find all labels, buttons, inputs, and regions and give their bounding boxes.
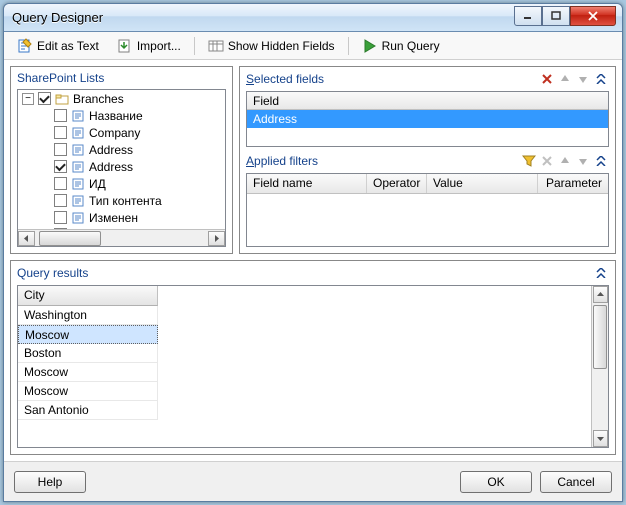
tree-item[interactable]: Изменен <box>18 209 225 226</box>
filter-col-parameter: Parameter <box>538 174 608 193</box>
results-cell[interactable]: Moscow <box>18 325 158 344</box>
checkbox[interactable] <box>54 126 67 139</box>
tree-root-label: Branches <box>73 92 124 106</box>
maximize-button[interactable] <box>542 6 570 26</box>
ok-button[interactable]: OK <box>460 471 532 493</box>
dialog-footer: Help OK Cancel <box>4 461 622 501</box>
close-button[interactable] <box>570 6 616 26</box>
results-column-header[interactable]: City <box>18 286 158 306</box>
results-cell[interactable]: San Antonio <box>18 401 158 420</box>
tree-item[interactable]: Company <box>18 124 225 141</box>
checkbox[interactable] <box>54 143 67 156</box>
delete-field-button[interactable] <box>539 71 555 87</box>
tree-item-label: Название <box>89 109 143 123</box>
results-cell[interactable]: Moscow <box>18 363 158 382</box>
run-query-button[interactable]: Run Query <box>355 35 447 57</box>
collapse-results-button[interactable] <box>593 265 609 281</box>
query-designer-window: Query Designer Edit as Text Import... Sh… <box>3 3 623 502</box>
help-button[interactable]: Help <box>14 471 86 493</box>
checkbox[interactable] <box>54 177 67 190</box>
show-hidden-fields-button[interactable]: Show Hidden Fields <box>201 35 342 57</box>
selected-fields-header: Field <box>253 94 279 108</box>
edit-as-text-button[interactable]: Edit as Text <box>10 35 106 57</box>
scroll-down-button[interactable] <box>593 430 608 447</box>
query-results-panel: Query results CityWashingtonMoscowBoston… <box>10 260 616 455</box>
import-icon <box>117 38 133 54</box>
vertical-scrollbar[interactable] <box>591 286 608 447</box>
results-title: Query results <box>17 266 593 280</box>
scroll-up-button[interactable] <box>593 286 608 303</box>
expander-icon[interactable]: − <box>22 93 34 105</box>
filter-up-button[interactable] <box>557 153 573 169</box>
tree-item-label: Тип контента <box>89 194 162 208</box>
results-grid[interactable]: CityWashingtonMoscowBostonMoscowMoscowSa… <box>17 285 609 448</box>
collapse-filters-button[interactable] <box>593 153 609 169</box>
checkbox[interactable] <box>54 194 67 207</box>
tree-item[interactable]: Address <box>18 141 225 158</box>
checkbox[interactable] <box>54 211 67 224</box>
results-cell[interactable]: Washington <box>18 306 158 325</box>
tree-item[interactable]: Address <box>18 158 225 175</box>
tree-item[interactable]: ИД <box>18 175 225 192</box>
filter-down-button[interactable] <box>575 153 591 169</box>
tree-item-label: Company <box>89 126 140 140</box>
scroll-thumb[interactable] <box>593 305 607 369</box>
move-up-button[interactable] <box>557 71 573 87</box>
checkbox[interactable] <box>54 160 67 173</box>
delete-filter-button[interactable] <box>539 153 555 169</box>
selected-field-row[interactable]: Address <box>247 110 608 128</box>
titlebar[interactable]: Query Designer <box>4 4 622 32</box>
scroll-right-button[interactable] <box>208 231 225 246</box>
move-down-button[interactable] <box>575 71 591 87</box>
filter-col-operator: Operator <box>367 174 427 193</box>
run-icon <box>362 38 378 54</box>
results-cell[interactable]: Moscow <box>18 382 158 401</box>
tree-item-label: Address <box>89 143 133 157</box>
tree-root[interactable]: − Branches <box>18 90 225 107</box>
tree-item-label: Изменен <box>89 211 138 225</box>
filter-col-value: Value <box>427 174 538 193</box>
right-panel: Selected fields Field Address <box>239 66 616 254</box>
hidden-fields-icon <box>208 38 224 54</box>
selected-fields-title: Selected fields <box>246 72 539 86</box>
edit-text-icon <box>17 38 33 54</box>
selected-field-blank <box>247 128 608 146</box>
toolbar-separator <box>348 37 349 55</box>
lists-panel-title: SharePoint Lists <box>17 71 226 85</box>
add-filter-button[interactable] <box>521 153 537 169</box>
scroll-thumb[interactable] <box>39 231 101 246</box>
checkbox[interactable] <box>54 109 67 122</box>
tree-item[interactable]: Тип контента <box>18 192 225 209</box>
results-cell[interactable]: Boston <box>18 344 158 363</box>
import-button[interactable]: Import... <box>110 35 188 57</box>
applied-filters-table[interactable]: Field name Operator Value Parameter <box>246 173 609 247</box>
window-title: Query Designer <box>10 10 514 25</box>
sharepoint-lists-panel: SharePoint Lists − Branches Название Compan… <box>10 66 233 254</box>
cancel-button[interactable]: Cancel <box>540 471 612 493</box>
horizontal-scrollbar[interactable] <box>18 229 225 246</box>
selected-fields-table[interactable]: Field Address <box>246 91 609 147</box>
scroll-left-button[interactable] <box>18 231 35 246</box>
lists-tree[interactable]: − Branches Название Company Address Address ИД… <box>17 89 226 247</box>
toolbar: Edit as Text Import... Show Hidden Field… <box>4 32 622 60</box>
toolbar-separator <box>194 37 195 55</box>
filter-col-fieldname: Field name <box>247 174 367 193</box>
checkbox[interactable] <box>38 92 51 105</box>
applied-filters-title: Applied filters <box>246 154 521 168</box>
tree-item[interactable]: Название <box>18 107 225 124</box>
minimize-button[interactable] <box>514 6 542 26</box>
tree-item-label: ИД <box>89 177 106 191</box>
collapse-selected-button[interactable] <box>593 71 609 87</box>
tree-item-label: Address <box>89 160 133 174</box>
